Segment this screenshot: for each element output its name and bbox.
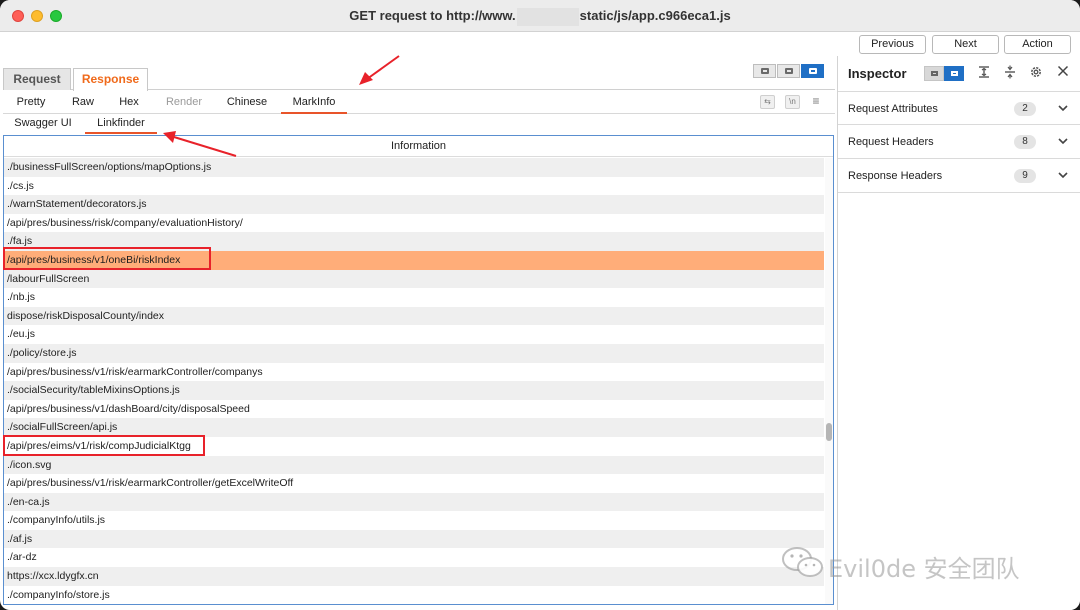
- tab-response[interactable]: Response: [73, 68, 148, 91]
- gear-icon[interactable]: [1028, 65, 1044, 81]
- section-label: Response Headers: [848, 170, 943, 182]
- table-row[interactable]: ./companyInfo/utils.js: [4, 511, 824, 530]
- table-row[interactable]: /labourFullScreen: [4, 269, 824, 289]
- table-row[interactable]: ./businessFullScreen/options/mapOptions.…: [4, 158, 824, 177]
- tab-markinfo[interactable]: MarkInfo: [281, 90, 347, 114]
- table-row[interactable]: ./eu.js: [4, 325, 824, 344]
- table-row[interactable]: ./icon.svg: [4, 455, 824, 475]
- table-row[interactable]: /api/pres/business/v1/risk/earmarkContro…: [4, 474, 824, 493]
- tab-hex[interactable]: Hex: [111, 90, 147, 114]
- table-rows: ./businessFullScreen/options/mapOptions.…: [4, 158, 824, 604]
- show-newlines-icon[interactable]: \n: [785, 95, 800, 109]
- split-horizontal-icon: [761, 68, 769, 74]
- window-title: GET request to http://www. static/js/app.…: [0, 0, 1080, 32]
- chevron-down-icon[interactable]: [1057, 134, 1069, 148]
- tab-pretty[interactable]: Pretty: [9, 90, 53, 114]
- split-view-icon: [951, 71, 958, 76]
- table-row[interactable]: ./nb.js: [4, 288, 824, 307]
- app-window: GET request to http://www. static/js/app.…: [0, 0, 1080, 610]
- section-request-headers[interactable]: Request Headers 8: [838, 125, 1080, 159]
- section-label: Request Headers: [848, 136, 934, 148]
- action-button[interactable]: Action: [1004, 35, 1071, 54]
- table-row[interactable]: ./policy/store.js: [4, 343, 824, 363]
- title-bar: GET request to http://www. static/js/app.…: [0, 0, 1080, 32]
- tab-raw[interactable]: Raw: [63, 90, 103, 114]
- watermark-text: Evil0de 安全团队: [828, 555, 1020, 583]
- window-title-suffix: static/js/app.c966eca1.js: [579, 8, 731, 23]
- table-row[interactable]: ./en-ca.js: [4, 492, 824, 512]
- table-row[interactable]: /api/pres/business/risk/company/evaluati…: [4, 213, 824, 233]
- vertical-scrollbar[interactable]: [825, 158, 833, 604]
- layout-split-horizontal-button[interactable]: [753, 64, 776, 78]
- table-row[interactable]: ./ar-dz: [4, 548, 824, 568]
- section-response-headers[interactable]: Response Headers 9: [838, 159, 1080, 193]
- linkfinder-table: Information ./businessFullScreen/options…: [3, 135, 834, 605]
- count-badge: 8: [1014, 135, 1036, 149]
- inspector-split-view-button[interactable]: [944, 66, 964, 81]
- table-row[interactable]: ./companyInfo/store.js: [4, 585, 824, 604]
- previous-button[interactable]: Previous: [859, 35, 926, 54]
- tab-chinese[interactable]: Chinese: [221, 90, 273, 114]
- inspector-list-view-button[interactable]: [924, 66, 944, 81]
- tab-linkfinder[interactable]: Linkfinder: [85, 114, 157, 134]
- wechat-logo-icon: [782, 547, 823, 577]
- layout-toggle: [753, 64, 826, 78]
- table-row[interactable]: ./socialSecurity/tableMixinsOptions.js: [4, 381, 824, 400]
- section-label: Request Attributes: [848, 103, 938, 115]
- tabs-layout-icon: [809, 68, 817, 74]
- highlight-box-comp-judicial: [3, 435, 205, 456]
- count-badge: 9: [1014, 169, 1036, 183]
- table-row[interactable]: ./warnStatement/decorators.js: [4, 195, 824, 214]
- split-vertical-icon: [785, 68, 793, 74]
- request-response-tabs: Request Response: [3, 64, 835, 91]
- annotation-arrow-linkfinder: [163, 131, 237, 157]
- list-view-icon: [931, 71, 938, 76]
- table-row[interactable]: ./cs.js: [4, 176, 824, 196]
- close-icon[interactable]: [1055, 65, 1071, 81]
- view-tabs: Pretty Raw Hex Render Chinese MarkInfo ⇆…: [3, 90, 835, 114]
- wrap-lines-icon[interactable]: ⇆: [760, 95, 775, 109]
- tab-render[interactable]: Render: [160, 90, 208, 114]
- next-button[interactable]: Next: [932, 35, 999, 54]
- table-row[interactable]: /api/pres/business/v1/dashBoard/city/dis…: [4, 399, 824, 419]
- table-row[interactable]: ./af.js: [4, 529, 824, 549]
- collapse-all-icon[interactable]: [1002, 65, 1018, 81]
- window-title-prefix: GET request to http://www.: [349, 8, 516, 23]
- table-row[interactable]: dispose/riskDisposalCounty/index: [4, 306, 824, 326]
- annotation-arrow-markinfo: [359, 55, 400, 85]
- table-row[interactable]: https://xcx.ldygfx.cn: [4, 567, 824, 586]
- scrollbar-thumb[interactable]: [826, 423, 832, 441]
- layout-tabs-button[interactable]: [801, 64, 824, 78]
- layout-split-vertical-button[interactable]: [777, 64, 800, 78]
- tab-request[interactable]: Request: [3, 68, 71, 90]
- nav-toolbar: Previous Next Action: [0, 32, 1080, 56]
- chevron-down-icon[interactable]: [1057, 168, 1069, 182]
- redacted-domain: [516, 7, 579, 26]
- expand-all-icon[interactable]: [976, 65, 992, 81]
- message-editor: Request Response Pretty Raw Hex Render C…: [3, 56, 835, 606]
- inspector-panel: Inspector Request Attributes 2 Request H…: [837, 56, 1080, 610]
- menu-icon[interactable]: ≡: [810, 95, 822, 107]
- chevron-down-icon[interactable]: [1057, 101, 1069, 115]
- highlight-box-risk-index: [3, 247, 211, 270]
- inspector-layout-toggle: [924, 66, 964, 81]
- section-request-attributes[interactable]: Request Attributes 2: [838, 91, 1080, 125]
- count-badge: 2: [1014, 102, 1036, 116]
- inspector-title: Inspector: [848, 66, 907, 81]
- tab-swagger-ui[interactable]: Swagger UI: [9, 114, 77, 134]
- table-row[interactable]: /api/pres/business/v1/risk/earmarkContro…: [4, 362, 824, 382]
- column-header-information[interactable]: Information: [4, 136, 833, 157]
- markinfo-subtabs: Swagger UI Linkfinder: [3, 114, 835, 134]
